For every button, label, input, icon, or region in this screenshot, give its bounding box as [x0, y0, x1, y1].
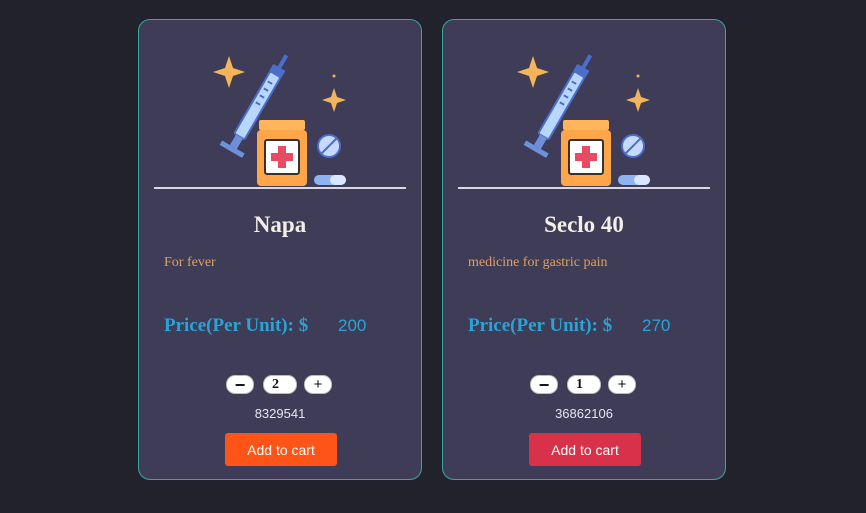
quantity-input[interactable]	[263, 375, 297, 394]
increase-quantity-button[interactable]: +	[304, 375, 332, 394]
price-label: Price(Per Unit): $	[468, 315, 613, 336]
card-divider	[458, 187, 710, 189]
medicine-illustration-icon	[213, 54, 346, 186]
medicine-illustration-icon	[517, 54, 650, 186]
quantity-stepper: − +	[139, 375, 421, 397]
product-id: 8329541	[254, 406, 306, 421]
product-name: Seclo 40	[544, 212, 624, 237]
product-card-napa: Napa For fever Price(Per Unit): $ 200 − …	[138, 19, 422, 480]
card-divider	[154, 187, 406, 189]
price-value: 270	[642, 316, 671, 335]
decrease-quantity-button[interactable]: −	[226, 375, 254, 394]
product-id: 36862106	[555, 406, 613, 421]
product-card-seclo-40: Seclo 40 medicine for gastric pain Price…	[442, 19, 726, 480]
product-name: Napa	[253, 212, 307, 237]
price-value: 200	[338, 316, 367, 335]
increase-quantity-button[interactable]: +	[608, 375, 636, 394]
quantity-input[interactable]	[567, 375, 601, 394]
product-description: medicine for gastric pain	[468, 255, 608, 270]
product-description: For fever	[164, 255, 216, 270]
add-to-cart-button[interactable]: Add to cart	[225, 433, 337, 466]
quantity-stepper: − +	[443, 375, 725, 397]
add-to-cart-button[interactable]: Add to cart	[529, 433, 641, 466]
price-label: Price(Per Unit): $	[164, 315, 309, 336]
decrease-quantity-button[interactable]: −	[530, 375, 558, 394]
product-grid: Napa For fever Price(Per Unit): $ 200 − …	[0, 0, 866, 513]
